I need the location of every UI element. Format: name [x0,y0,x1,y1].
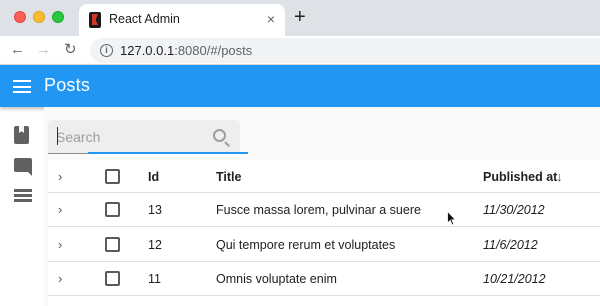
expand-row-icon[interactable]: › [58,237,62,253]
column-header-published-at[interactable]: Published at [483,170,557,184]
sort-descending-icon[interactable]: ↓ [556,169,563,184]
cell-title: Omnis voluptate enim [216,272,337,286]
close-tab-icon[interactable]: × [267,11,275,27]
expand-all-icon[interactable]: › [58,169,62,185]
select-all-checkbox[interactable] [105,169,120,184]
cell-title: Qui tempore rerum et voluptates [216,238,396,252]
site-info-icon[interactable]: i [100,44,113,57]
url-path: :8080/#/posts [174,43,253,58]
sidebar-item-comments[interactable] [14,158,32,172]
row-checkbox[interactable] [105,237,120,252]
browser-tab-bar: React Admin × + [0,0,600,36]
expand-row-icon[interactable]: › [58,202,62,218]
table-row[interactable]: › 11 Omnis voluptate enim 10/21/2012 [48,262,600,296]
forward-button[interactable]: → [36,40,51,60]
cell-id: 13 [148,203,162,217]
react-admin-favicon-icon [89,12,101,28]
cell-published-at: 11/6/2012 [483,238,538,252]
minimize-window-button[interactable] [33,11,45,23]
search-input[interactable] [56,126,196,148]
menu-icon[interactable] [13,80,31,93]
column-header-title[interactable]: Title [216,170,241,184]
column-header-id[interactable]: Id [148,170,159,184]
posts-table: › Id Title Published at ↓ › 13 Fusce mas… [48,160,600,306]
browser-tab[interactable]: React Admin × [79,4,285,36]
cell-id: 11 [148,272,161,286]
new-tab-button[interactable]: + [294,7,306,27]
expand-row-icon[interactable]: › [58,271,62,287]
table-header-row: › Id Title Published at ↓ [48,160,600,193]
cell-title: Fusce massa lorem, pulvinar a suere [216,203,421,217]
app-bar: Posts [0,65,600,107]
url-text: 127.0.0.1:8080/#/posts [120,43,252,58]
reload-button[interactable]: ↻ [64,40,77,60]
back-button[interactable]: ← [10,40,25,60]
close-window-button[interactable] [14,11,26,23]
search-focus-underline [88,152,248,154]
text-caret [57,127,58,145]
address-bar: ← → ↻ i 127.0.0.1:8080/#/posts [0,36,600,65]
table-row[interactable]: › 12 Qui tempore rerum et voluptates 11/… [48,228,600,262]
sidebar-item-posts[interactable] [14,126,29,144]
search-icon [213,129,226,142]
cell-published-at: 11/30/2012 [483,203,545,217]
maximize-window-button[interactable] [52,11,64,23]
row-checkbox[interactable] [105,202,120,217]
page-title: Posts [44,75,91,95]
sidebar-item-users[interactable] [14,189,32,203]
tab-title: React Admin [109,12,180,26]
mouse-pointer-icon [447,211,457,226]
url-host: 127.0.0.1 [120,43,175,58]
cell-published-at: 10/21/2012 [483,272,546,286]
row-checkbox[interactable] [105,271,120,286]
url-field[interactable]: i 127.0.0.1:8080/#/posts [90,38,600,63]
search-box [48,120,248,154]
table-row[interactable]: › 13 Fusce massa lorem, pulvinar a suere… [48,193,600,227]
cell-id: 12 [148,238,162,252]
